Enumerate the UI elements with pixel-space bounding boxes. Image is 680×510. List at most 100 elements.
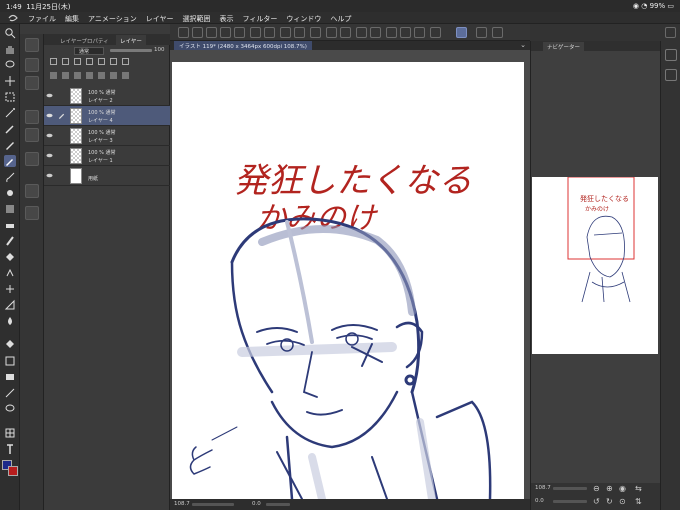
sub-tool-item-3[interactable] xyxy=(25,110,39,124)
sub-tool-gear-icon[interactable] xyxy=(25,38,39,52)
transform-icon[interactable] xyxy=(310,27,321,38)
fit-icon[interactable]: ◉ xyxy=(619,484,626,493)
document-tab[interactable]: イラスト 119* (2480 x 3464px 600dpi 108.7%) xyxy=(174,41,312,50)
menu-file[interactable]: ファイル xyxy=(28,14,56,24)
delete-layer-icon[interactable] xyxy=(98,72,105,79)
new-vector-layer-icon[interactable] xyxy=(62,72,69,79)
clip-lower-icon[interactable] xyxy=(122,72,129,79)
crop-icon[interactable] xyxy=(356,27,367,38)
mask-icon[interactable] xyxy=(98,58,105,65)
decoration-icon[interactable] xyxy=(4,203,16,215)
flip-horizontal-icon[interactable]: ⇆ xyxy=(635,484,642,493)
canvas-rotation-slider[interactable] xyxy=(266,503,290,506)
balloon-icon[interactable] xyxy=(4,403,16,415)
select-icon[interactable] xyxy=(4,91,16,103)
new-icon[interactable] xyxy=(206,27,217,38)
hand-icon[interactable] xyxy=(4,43,16,55)
save-icon[interactable] xyxy=(234,27,245,38)
panel-toggle-icon[interactable] xyxy=(665,27,676,38)
undo-icon[interactable] xyxy=(250,27,261,38)
bucket-icon[interactable] xyxy=(4,339,16,351)
visibility-eye-icon[interactable] xyxy=(46,172,53,179)
visibility-eye-icon[interactable] xyxy=(46,112,53,119)
canvas-zoom-slider[interactable] xyxy=(192,503,234,506)
rotate-left-icon[interactable]: ↺ xyxy=(593,497,600,506)
text-tool-icon[interactable] xyxy=(4,443,16,455)
menu-edit[interactable]: 編集 xyxy=(65,14,79,24)
gradient-icon[interactable] xyxy=(4,267,16,279)
snap-ruler-icon[interactable] xyxy=(386,27,397,38)
deselect-icon[interactable] xyxy=(326,27,337,38)
visibility-eye-icon[interactable] xyxy=(46,92,53,99)
new-raster-layer-icon[interactable] xyxy=(50,72,57,79)
lasso-icon[interactable] xyxy=(4,59,16,71)
grid-icon[interactable] xyxy=(4,427,16,439)
fill-icon[interactable] xyxy=(4,251,16,263)
frame-icon[interactable] xyxy=(4,355,16,367)
new-folder-icon[interactable] xyxy=(74,72,81,79)
menu-selection[interactable]: 選択範囲 xyxy=(183,14,211,24)
merge-down-icon[interactable] xyxy=(86,72,93,79)
tab-layer-property[interactable]: レイヤープロパティ xyxy=(56,35,113,45)
menu-window[interactable]: ウィンドウ xyxy=(286,14,321,24)
panel-icon-2[interactable] xyxy=(665,69,677,81)
visibility-eye-icon[interactable] xyxy=(46,152,53,159)
pressure-icon[interactable] xyxy=(476,27,487,38)
reset-rotation-icon[interactable]: ⊙ xyxy=(619,497,626,506)
sub-tool-item-1[interactable] xyxy=(25,58,39,72)
invert-icon[interactable] xyxy=(340,27,351,38)
menu-layer[interactable]: レイヤー xyxy=(146,14,174,24)
fill-command-icon[interactable] xyxy=(294,27,305,38)
liquify-icon[interactable] xyxy=(4,315,16,327)
eraser-icon[interactable] xyxy=(4,219,16,231)
sub-tool-item-5[interactable] xyxy=(25,152,39,166)
layer-row-3[interactable]: 100 % 通常 レイヤー 3 xyxy=(44,126,170,146)
magic-wand-icon[interactable] xyxy=(4,107,16,119)
blend-mode-select[interactable]: 通常 xyxy=(74,47,104,55)
redo-icon[interactable] xyxy=(264,27,275,38)
text-frame-icon[interactable] xyxy=(4,371,16,383)
draft-icon[interactable] xyxy=(86,58,93,65)
stabilizer-icon[interactable] xyxy=(456,27,467,38)
ruler-icon[interactable] xyxy=(4,299,16,311)
tab-layer[interactable]: レイヤー xyxy=(116,35,146,45)
layer-row-paper[interactable]: 用紙 xyxy=(44,166,170,186)
menu-animation[interactable]: アニメーション xyxy=(88,14,137,24)
layer-color-icon[interactable] xyxy=(122,58,129,65)
blend-icon[interactable] xyxy=(4,235,16,247)
scale-icon[interactable] xyxy=(370,27,381,38)
opacity-slider[interactable] xyxy=(110,49,152,52)
clip-icon[interactable] xyxy=(62,58,69,65)
sub-color-swatch[interactable] xyxy=(8,466,18,476)
chevron-down-icon[interactable]: ⌄ xyxy=(520,41,526,49)
move-icon[interactable] xyxy=(4,75,16,87)
sub-tool-item-4[interactable] xyxy=(25,128,39,142)
sub-tool-item-6[interactable] xyxy=(25,184,39,198)
toolbar-item-14[interactable] xyxy=(430,27,441,38)
reference-icon[interactable] xyxy=(74,58,81,65)
figure-icon[interactable] xyxy=(4,283,16,295)
zoom-out-icon[interactable]: ⊖ xyxy=(593,484,600,493)
snap-grid-icon[interactable] xyxy=(414,27,425,38)
menu-filter[interactable]: フィルター xyxy=(243,14,278,24)
navigator-preview[interactable]: 発狂したくなる かみのけ xyxy=(532,176,658,354)
menu-view[interactable]: 表示 xyxy=(220,14,234,24)
layer-row-4[interactable]: 100 % 通常 レイヤー 4 xyxy=(44,106,170,126)
snap-special-icon[interactable] xyxy=(400,27,411,38)
eyedropper-icon[interactable] xyxy=(4,123,16,135)
airbrush-icon[interactable] xyxy=(4,187,16,199)
zoom-in-icon[interactable]: ⊕ xyxy=(606,484,613,493)
visibility-eye-icon[interactable] xyxy=(46,132,53,139)
navigator-tab[interactable]: ナビゲーター xyxy=(543,42,585,51)
dropdown-icon[interactable] xyxy=(192,27,203,38)
brush-icon[interactable] xyxy=(4,171,16,183)
sub-tool-item-7[interactable] xyxy=(25,206,39,220)
line-icon[interactable] xyxy=(4,387,16,399)
drawing-canvas[interactable]: 発狂したくなる かみのけ xyxy=(172,62,524,499)
navigator-zoom-slider[interactable] xyxy=(553,487,587,490)
menu-help[interactable]: ヘルプ xyxy=(330,14,351,24)
sub-tool-item-2[interactable] xyxy=(25,76,39,90)
ruler-link-icon[interactable] xyxy=(110,58,117,65)
panel-icon-1[interactable] xyxy=(665,49,677,61)
rotate-right-icon[interactable]: ↻ xyxy=(606,497,613,506)
